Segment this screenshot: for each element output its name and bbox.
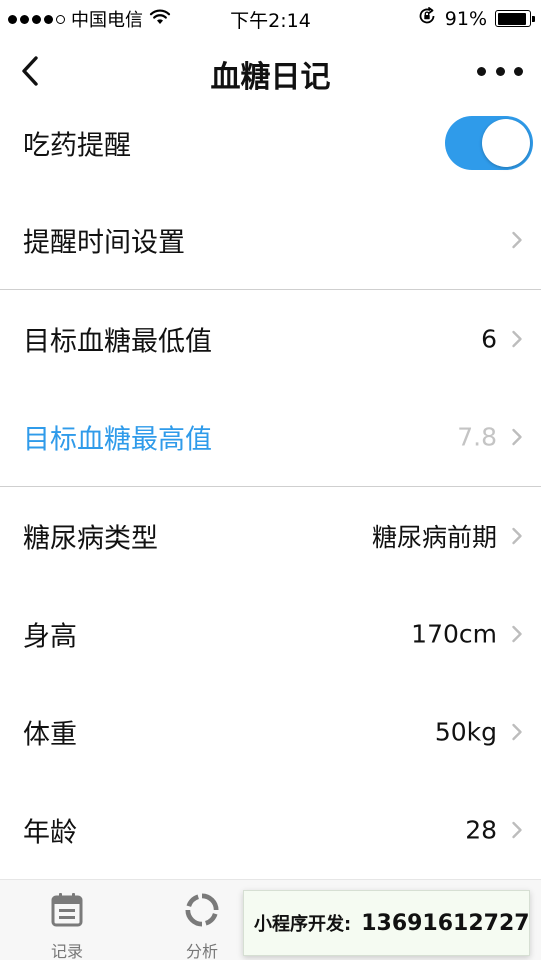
medication-reminder-row: 吃药提醒 [0,94,541,192]
age-label: 年龄 [23,817,77,849]
medication-reminder-label: 吃药提醒 [23,130,131,162]
battery-level-fill [497,12,526,25]
diabetes-type-value: 糖尿病前期 [371,523,497,552]
developer-label: 小程序开发: [254,914,352,935]
medication-reminder-toggle[interactable] [445,116,533,170]
reminder-time-row[interactable]: 提醒时间设置 [0,191,541,289]
diabetes-type-label: 糖尿病类型 [23,523,158,555]
height-label: 身高 [23,621,77,653]
target-max-value: 7.8 [457,422,497,452]
weight-label: 体重 [23,719,77,751]
tab-records[interactable]: 记录 [32,880,102,960]
developer-contact-banner: 小程序开发: 13691612727 [243,890,530,956]
chevron-right-icon [512,821,522,839]
height-value: 170cm [411,619,497,649]
tab-analysis-label: 分析 [185,942,218,960]
status-right: 91% [417,6,535,31]
weight-row[interactable]: 体重 50kg [0,683,541,781]
age-row[interactable]: 年龄 28 [0,781,541,879]
developer-phone: 13691612727 [361,910,530,936]
age-value: 28 [465,815,497,845]
more-icon [477,66,486,76]
toggle-knob [482,119,530,167]
rotation-lock-icon [417,6,437,31]
target-max-row[interactable]: 目标血糖最高值 7.8 [0,388,541,486]
calendar-icon [51,893,83,927]
status-bar: 中国电信 下午2:14 91% [0,0,541,36]
page-title: 血糖日记 [210,60,331,95]
tab-analysis[interactable]: 分析 [167,880,237,960]
diabetes-type-row[interactable]: 糖尿病类型 糖尿病前期 [0,487,541,585]
weight-value: 50kg [434,717,497,747]
battery-percent: 91% [444,7,487,30]
chevron-right-icon [512,723,522,741]
chevron-right-icon [512,625,522,643]
chevron-right-icon [512,428,522,446]
chevron-right-icon [512,527,522,545]
height-row[interactable]: 身高 170cm [0,585,541,683]
ring-chart-icon [185,893,219,927]
reminder-time-label: 提醒时间设置 [23,227,185,259]
battery-icon [495,10,535,27]
chevron-right-icon [512,231,522,249]
tab-records-label: 记录 [50,942,83,960]
target-min-value: 6 [481,324,497,354]
more-button[interactable] [477,58,523,84]
target-min-label: 目标血糖最低值 [23,326,212,358]
screen: 中国电信 下午2:14 91% 血糖日记 吃药提醒 提醒时间设置 目标血糖最低值… [0,0,541,960]
target-min-row[interactable]: 目标血糖最低值 6 [0,290,541,388]
chevron-right-icon [512,330,522,348]
target-max-label: 目标血糖最高值 [23,424,212,456]
